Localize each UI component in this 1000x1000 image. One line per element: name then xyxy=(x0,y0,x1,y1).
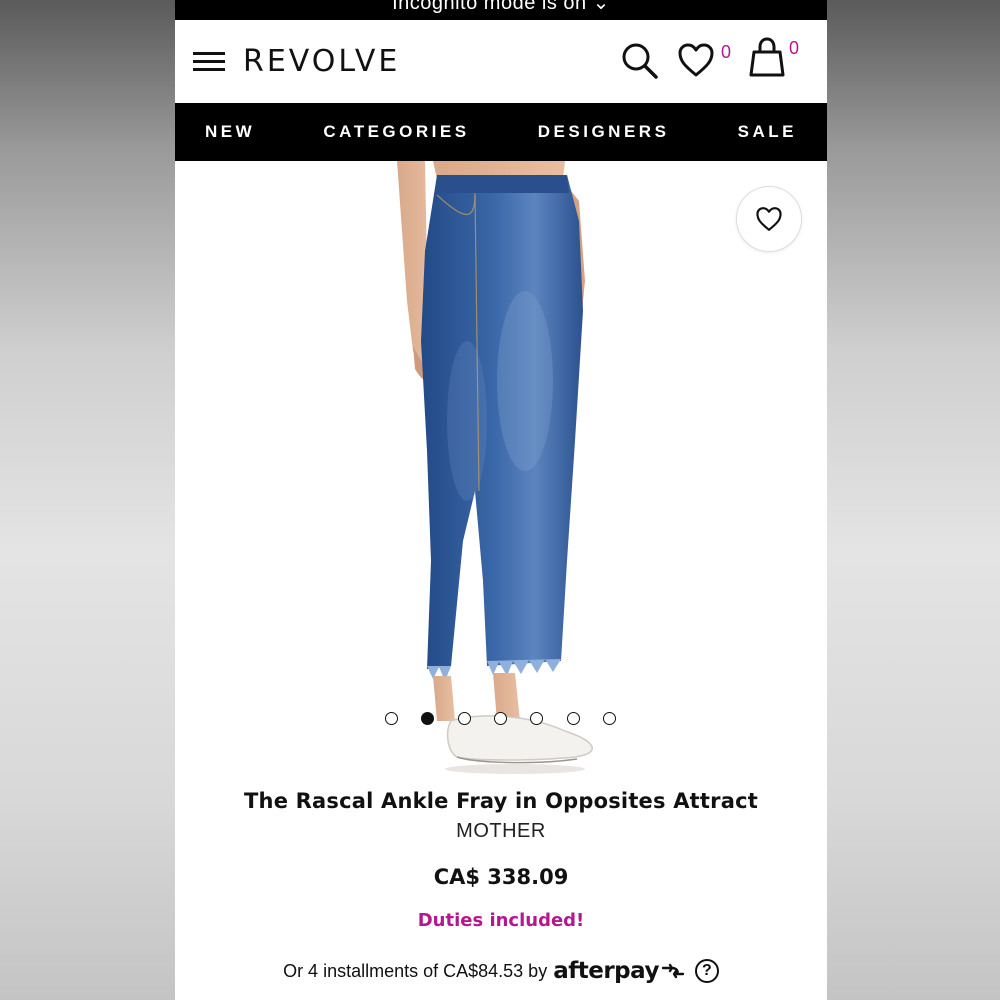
heart-icon xyxy=(756,207,782,231)
site-header: REVOLVE 0 0 xyxy=(175,20,827,103)
wishlist-count: 0 xyxy=(721,42,732,62)
incognito-banner[interactable]: Incognito mode is on ⌄ xyxy=(175,0,827,20)
afterpay-logo: afterpay xyxy=(553,958,686,984)
header-actions: 0 0 xyxy=(621,36,803,84)
revolve-logo[interactable]: REVOLVE xyxy=(243,44,400,79)
product-brand[interactable]: MOTHER xyxy=(175,820,827,843)
gallery-dot-active[interactable] xyxy=(421,712,434,725)
menu-icon[interactable] xyxy=(193,51,225,72)
search-icon[interactable] xyxy=(621,42,661,82)
nav-designers[interactable]: DESIGNERS xyxy=(538,122,670,142)
afterpay-arrows-icon xyxy=(661,963,685,979)
gallery-dot[interactable] xyxy=(530,712,543,725)
installments-row: Or 4 installments of CA$84.53 by afterpa… xyxy=(175,958,827,984)
cart-button[interactable]: 0 xyxy=(747,36,803,80)
gallery-dot[interactable] xyxy=(603,712,616,725)
product-info: The Rascal Ankle Fray in Opposites Attra… xyxy=(175,789,827,984)
bag-icon xyxy=(749,37,785,77)
gallery-dot[interactable] xyxy=(385,712,398,725)
installments-text: Or 4 installments of CA$84.53 by xyxy=(283,960,548,981)
nav-categories[interactable]: CATEGORIES xyxy=(323,122,469,142)
gallery-dot[interactable] xyxy=(567,712,580,725)
gallery-pagination xyxy=(175,712,827,726)
help-icon[interactable]: ? xyxy=(694,959,719,983)
gallery-dot[interactable] xyxy=(458,712,471,725)
product-title: The Rascal Ankle Fray in Opposites Attra… xyxy=(244,789,758,813)
add-to-wishlist-button[interactable] xyxy=(736,186,802,252)
cart-count: 0 xyxy=(789,38,800,58)
gallery-dot[interactable] xyxy=(494,712,507,725)
product-image-gallery[interactable] xyxy=(175,161,827,776)
nav-new[interactable]: NEW xyxy=(205,122,255,142)
incognito-text: Incognito mode is on ⌄ xyxy=(392,0,610,14)
nav-sale[interactable]: SALE xyxy=(738,122,797,142)
phone-screen: Incognito mode is on ⌄ REVOLVE 0 0 NEW C… xyxy=(175,0,827,1000)
main-nav: NEW CATEGORIES DESIGNERS SALE xyxy=(175,103,827,161)
wishlist-button[interactable]: 0 xyxy=(677,40,739,84)
heart-icon xyxy=(678,43,714,77)
product-image xyxy=(397,161,593,774)
duties-note: Duties included! xyxy=(417,910,585,931)
product-price: CA$ 338.09 xyxy=(433,865,569,889)
